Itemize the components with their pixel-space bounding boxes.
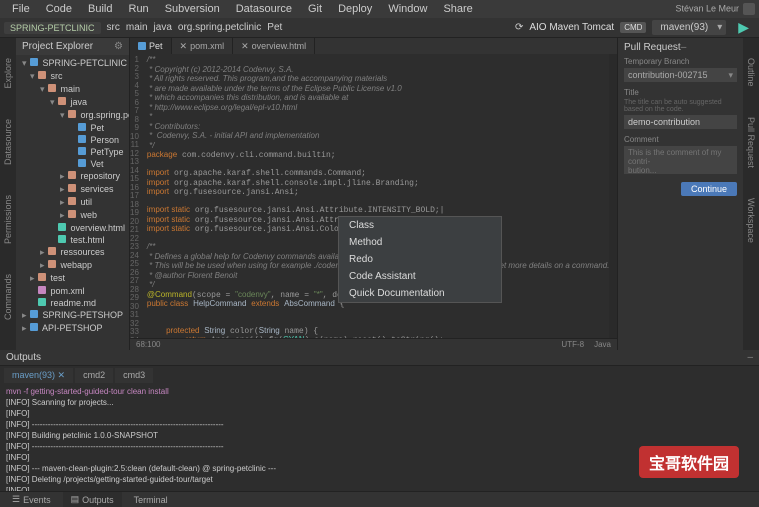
language[interactable]: Java	[594, 340, 611, 349]
pr-title-hint: The title can be auto suggested based on…	[624, 99, 737, 113]
tree-node[interactable]: ▸ repository	[16, 170, 129, 183]
editor-statusbar: 68:100 UTF-8 Java	[130, 338, 617, 350]
tree-node[interactable]: Pet	[16, 122, 129, 134]
outputs-tabs: maven(93) ✕ cmd2 cmd3	[0, 366, 759, 383]
tree-node[interactable]: ▸ SPRING-PETSHOP	[16, 309, 129, 322]
cmd-badge: CMD	[620, 22, 646, 33]
avatar	[743, 3, 755, 15]
righttab-workspace[interactable]: Workspace	[746, 198, 756, 243]
menu-git[interactable]: Git	[300, 3, 330, 15]
ctx-quick-doc[interactable]: Quick Documentation	[339, 285, 501, 302]
tree-node[interactable]: test.html	[16, 234, 129, 246]
ctx-code-assistant[interactable]: Code Assistant	[339, 268, 501, 285]
crumb-java[interactable]: java	[154, 22, 172, 33]
tree-node[interactable]: ▾ SPRING-PETCLINIC	[16, 57, 129, 70]
editor-tab-pom[interactable]: ✕ pom.xml	[172, 38, 234, 54]
encoding[interactable]: UTF-8	[561, 340, 584, 349]
ctx-redo[interactable]: Redo	[339, 251, 501, 268]
pr-title: Pull Request–	[624, 42, 737, 53]
file-tree: ▾ SPRING-PETCLINIC▾ src▾ main▾ java▾ org…	[16, 55, 129, 337]
lefttab-explore[interactable]: Explore	[3, 58, 13, 89]
crumb-file[interactable]: Pet	[267, 22, 282, 33]
crumb-src[interactable]: src	[107, 22, 120, 33]
menu-file[interactable]: File	[4, 3, 38, 15]
menu-window[interactable]: Window	[380, 3, 435, 15]
ctx-class[interactable]: Class	[339, 217, 501, 234]
run-config-dropdown[interactable]: maven(93)	[652, 20, 726, 35]
editor: Pet ✕ pom.xml ✕ overview.html 1 2 3 4 5 …	[130, 38, 617, 350]
outputs-header: Outputs–	[0, 350, 759, 366]
project-crumb[interactable]: SPRING-PETCLINIC	[4, 22, 101, 34]
tree-node[interactable]: ▸ util	[16, 196, 129, 209]
pull-request-panel: Pull Request– Temporary Branch contribut…	[617, 38, 743, 350]
bottom-bar: ☰ Events ▤ Outputs Terminal	[0, 491, 759, 507]
tree-node[interactable]: ▾ org.spring.petclinic	[16, 109, 129, 122]
user-label[interactable]: Stévan Le Meur	[675, 3, 755, 15]
righttab-pullrequest[interactable]: Pull Request	[746, 117, 756, 168]
outputs-close-icon[interactable]: –	[747, 352, 753, 363]
pr-title-input[interactable]	[624, 115, 737, 129]
pr-comment-label: Comment	[624, 135, 737, 144]
lefttab-datasource[interactable]: Datasource	[3, 119, 13, 165]
explorer-header: Project Explorer⚙	[16, 38, 129, 55]
tree-node[interactable]: readme.md	[16, 297, 129, 309]
refresh-icon[interactable]: ⟳	[515, 22, 523, 33]
main: Explore Datasource Permissions Commands …	[0, 38, 759, 350]
pr-continue-button[interactable]: Continue	[681, 182, 737, 196]
tree-node[interactable]: ▸ test	[16, 272, 129, 285]
menu-deploy[interactable]: Deploy	[330, 3, 380, 15]
explorer-gear-icon[interactable]: ⚙	[114, 41, 123, 52]
server-label: AIO Maven Tomcat	[529, 22, 614, 33]
lefttab-permissions[interactable]: Permissions	[3, 195, 13, 244]
tree-node[interactable]: ▾ src	[16, 70, 129, 83]
menu-datasource[interactable]: Datasource	[228, 3, 300, 15]
tree-node[interactable]: ▸ services	[16, 183, 129, 196]
tree-node[interactable]: overview.html	[16, 222, 129, 234]
tree-node[interactable]: ▸ web	[16, 209, 129, 222]
left-sidebar: Explore Datasource Permissions Commands	[0, 38, 16, 350]
otab-cmd2[interactable]: cmd2	[75, 368, 113, 383]
pr-comment-input[interactable]	[624, 146, 737, 174]
otab-cmd3[interactable]: cmd3	[115, 368, 153, 383]
menu-code[interactable]: Code	[38, 3, 80, 15]
tree-node[interactable]: pom.xml	[16, 285, 129, 297]
run-button[interactable]: ▶	[732, 19, 755, 36]
ctx-method[interactable]: Method	[339, 234, 501, 251]
otab-maven[interactable]: maven(93) ✕	[4, 368, 73, 383]
pr-branch-dropdown[interactable]: contribution-002715	[624, 68, 737, 82]
editor-tab-overview[interactable]: ✕ overview.html	[233, 38, 315, 54]
cursor-pos: 68:100	[136, 340, 160, 349]
menubar: File Code Build Run Subversion Datasourc…	[0, 0, 759, 18]
toolbar: SPRING-PETCLINIC src main java org.sprin…	[0, 18, 759, 38]
minimap[interactable]	[609, 54, 617, 338]
tree-node[interactable]: Person	[16, 134, 129, 146]
tree-node[interactable]: PetType	[16, 146, 129, 158]
menu-run[interactable]: Run	[121, 3, 157, 15]
pr-branch-label: Temporary Branch	[624, 57, 737, 66]
crumb-pkg[interactable]: org.spring.petclinic	[178, 22, 261, 33]
tree-node[interactable]: ▾ main	[16, 83, 129, 96]
editor-tab-pet[interactable]: Pet	[130, 38, 172, 54]
pr-title-label: Title	[624, 88, 737, 97]
menu-build[interactable]: Build	[80, 3, 120, 15]
watermark: 宝哥软件园	[639, 446, 739, 478]
project-explorer: Project Explorer⚙ ▾ SPRING-PETCLINIC▾ sr…	[16, 38, 130, 350]
tree-node[interactable]: Vet	[16, 158, 129, 170]
menu-share[interactable]: Share	[435, 3, 480, 15]
tree-node[interactable]: ▸ API-PETSHOP	[16, 322, 129, 335]
context-menu: Class Method Redo Code Assistant Quick D…	[338, 216, 502, 303]
editor-tabs: Pet ✕ pom.xml ✕ overview.html	[130, 38, 617, 54]
tree-node[interactable]: ▸ webapp	[16, 259, 129, 272]
tree-node[interactable]: ▸ ressources	[16, 246, 129, 259]
crumb-main[interactable]: main	[126, 22, 148, 33]
line-gutter: 1 2 3 4 5 6 7 8 9 10 11 12 13 14 15 16 1…	[130, 54, 143, 338]
right-sidebar: Outline Pull Request Workspace	[743, 38, 759, 350]
pr-close-icon[interactable]: –	[681, 42, 687, 53]
menu-subversion[interactable]: Subversion	[157, 3, 228, 15]
righttab-outline[interactable]: Outline	[746, 58, 756, 87]
lefttab-commands[interactable]: Commands	[3, 274, 13, 320]
tree-node[interactable]: ▾ java	[16, 96, 129, 109]
